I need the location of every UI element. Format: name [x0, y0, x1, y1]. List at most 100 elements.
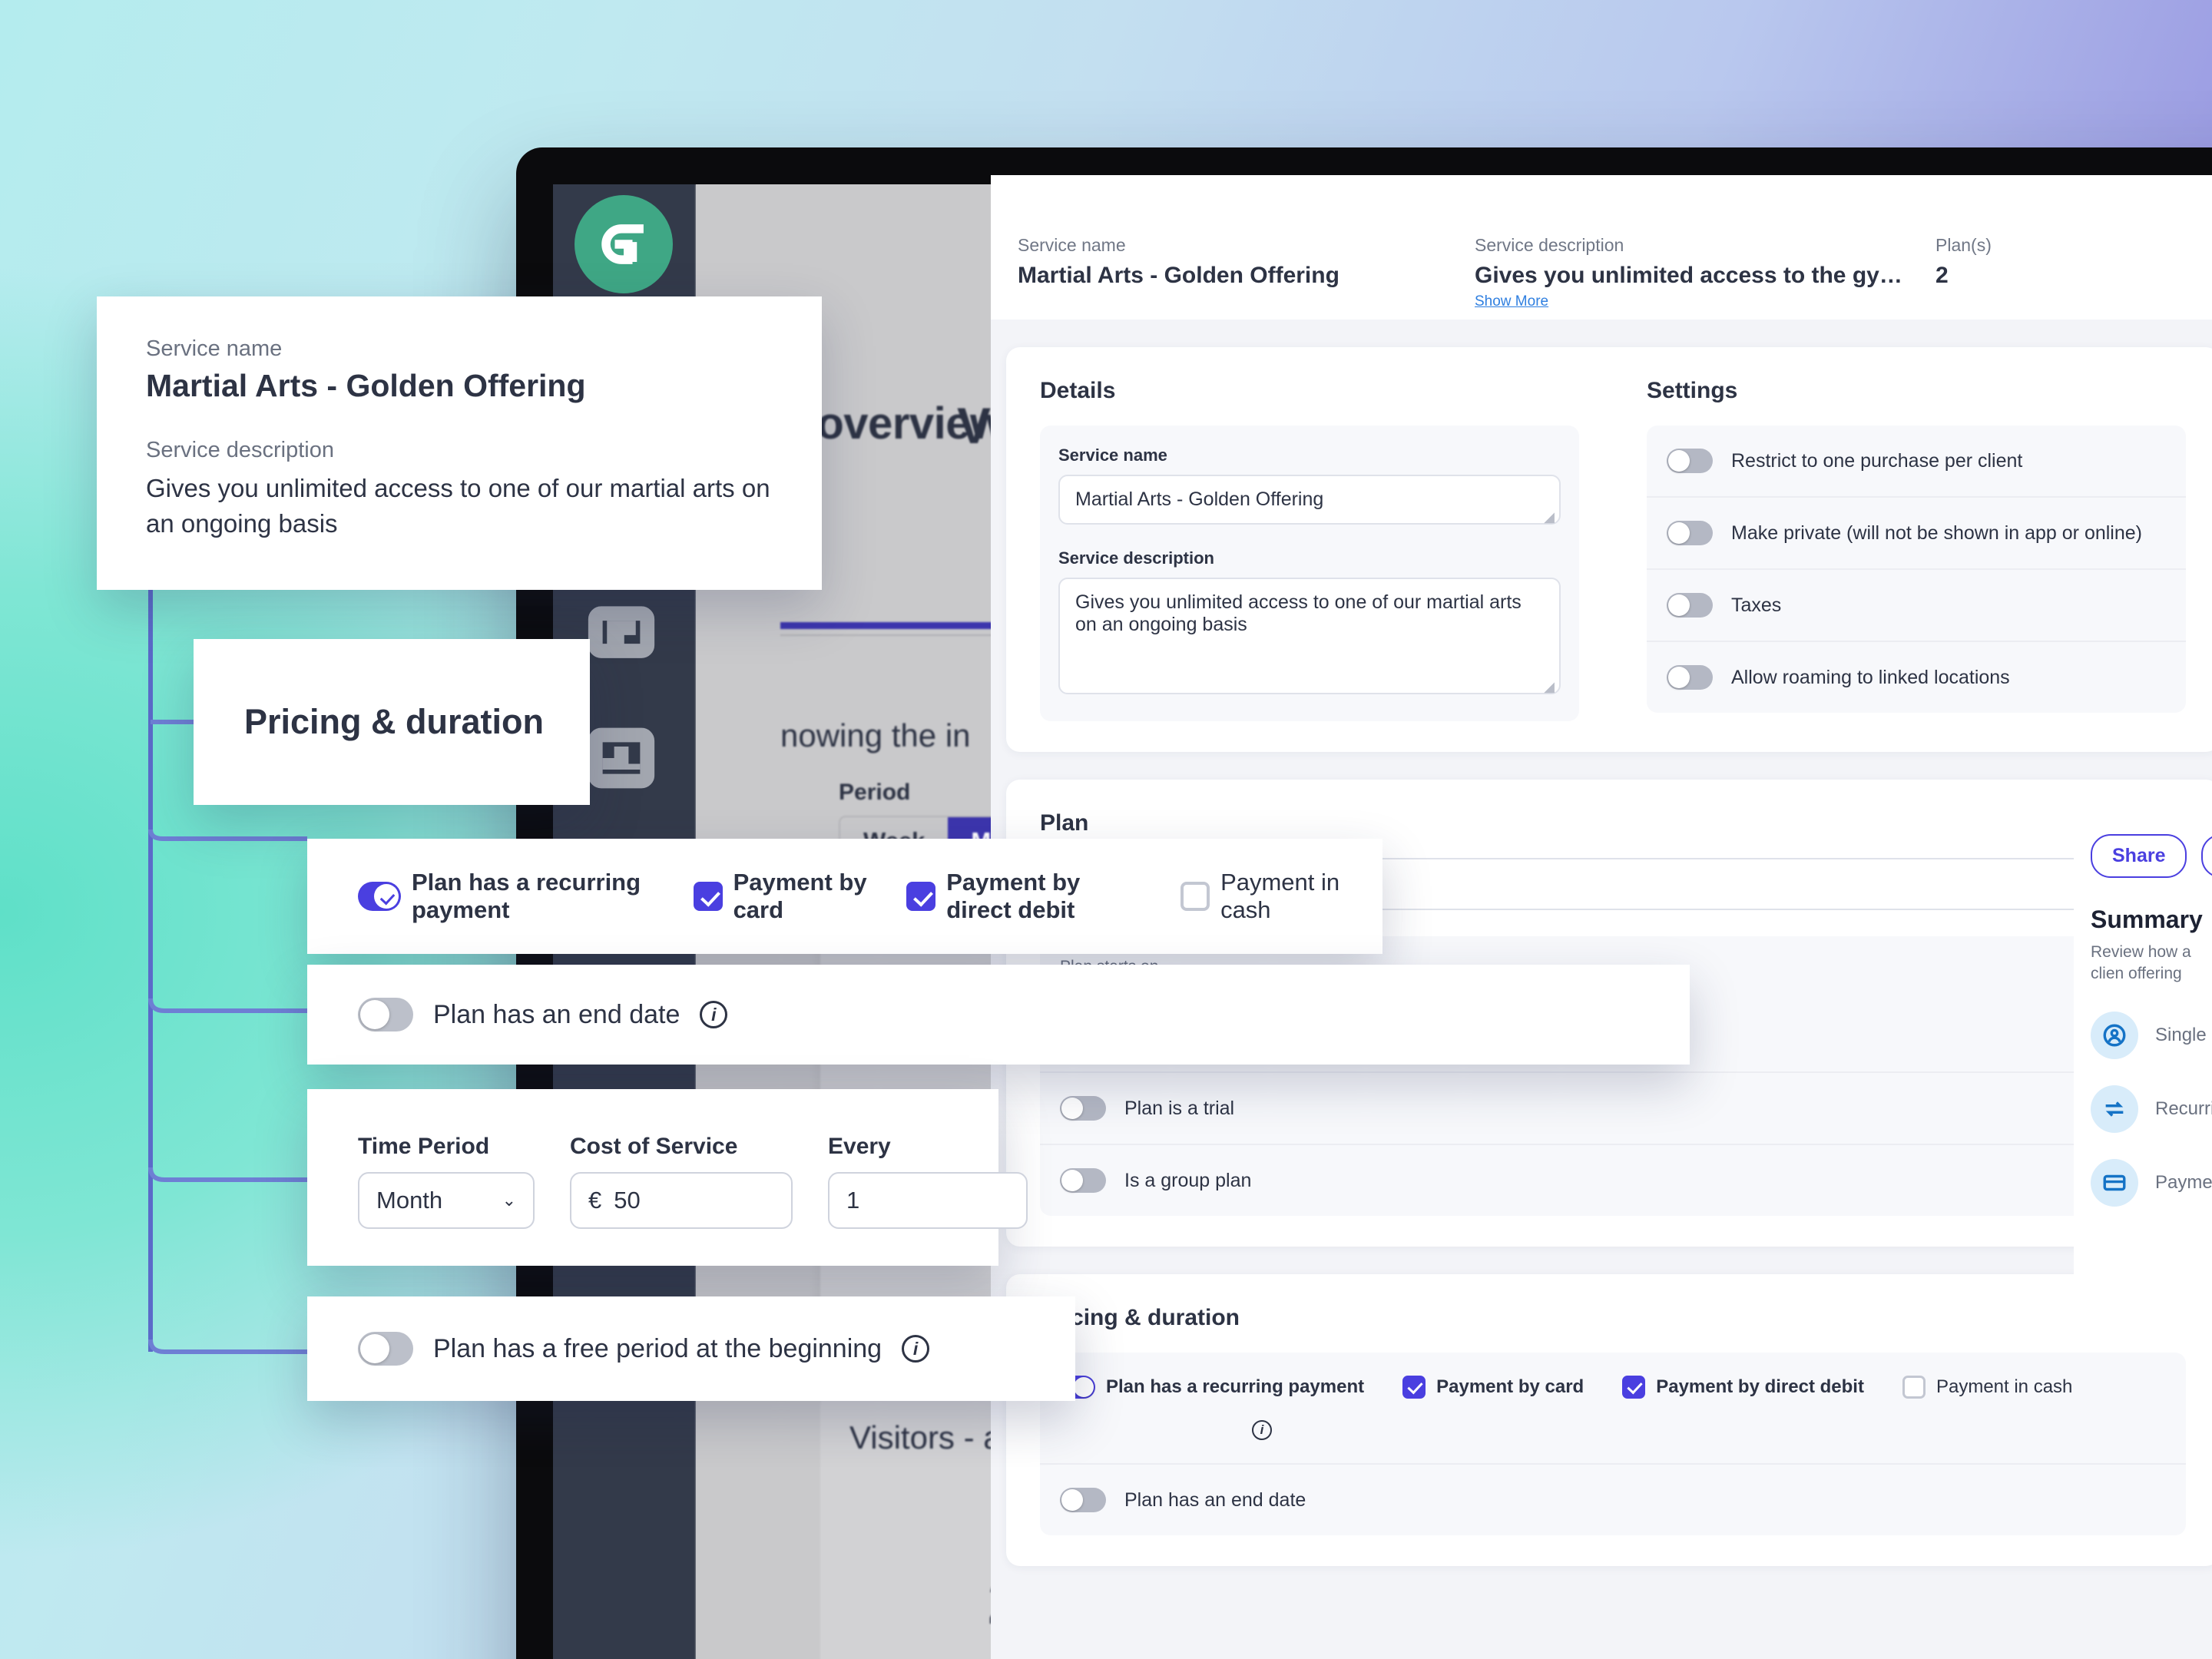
service-description-input[interactable] [1058, 578, 1561, 694]
details-column: Details Service name ◢ Service descripti… [1006, 378, 1613, 721]
callout-recurring-label: Plan has a recurring payment [412, 869, 641, 923]
callout-payment-debit-item[interactable]: Payment by direct debit [906, 869, 1147, 924]
summary-title: Summary [2091, 906, 2203, 933]
header-plans-value: 2 [1936, 263, 1949, 288]
callout-recurring-toggle[interactable] [358, 882, 401, 911]
rail-buttons: Share Du [2091, 834, 2212, 878]
callout-end-date-label: Plan has an end date [433, 999, 680, 1029]
callout-recurring-payment: Plan has a recurring payment Payment by … [307, 839, 1382, 954]
restrict-purchase-toggle[interactable] [1667, 449, 1713, 473]
summary-item-label: Recurrin [2155, 1098, 2212, 1119]
credit-card-icon [2091, 1158, 2138, 1207]
plan-toggle-row[interactable]: Plan is a trial [1040, 1071, 2186, 1145]
plan-toggle-label: Plan is a trial [1124, 1097, 1235, 1119]
plan-title: Plan [1040, 810, 1089, 836]
every-label: Every [828, 1134, 891, 1159]
time-period-field: Time Period Month ⌄ [358, 1134, 535, 1229]
recurring-arrows-icon [2091, 1084, 2138, 1133]
summary-item-recurring: Recurrin [2091, 1084, 2212, 1133]
service-description-label: Service description [1058, 548, 1214, 568]
time-period-label: Time Period [358, 1134, 490, 1159]
share-button[interactable]: Share [2091, 834, 2187, 878]
callout-free-period-toggle[interactable] [358, 1332, 413, 1366]
plan-end-date-row[interactable]: Plan has an end date [1040, 1465, 2186, 1535]
pricing-rows: Plan has a recurring payment Payment by … [1040, 1353, 2186, 1535]
plan-toggle-row[interactable]: Is a group plan [1040, 1145, 2186, 1216]
setting-row[interactable]: Restrict to one purchase per client [1647, 426, 2186, 498]
make-private-toggle[interactable] [1667, 521, 1713, 545]
payment-in-cash-item[interactable]: Payment in cash [1902, 1376, 2072, 1399]
summary-item-single-session: Single s [2091, 1011, 2212, 1059]
is-group-plan-toggle[interactable] [1060, 1168, 1106, 1193]
setting-label: Restrict to one purchase per client [1731, 449, 2023, 472]
time-period-select[interactable]: Month ⌄ [358, 1172, 535, 1229]
plan-end-date-toggle[interactable] [1060, 1488, 1106, 1512]
callout-payment-cash-checkbox[interactable] [1181, 882, 1210, 911]
payment-by-card-item[interactable]: Payment by card [1402, 1376, 1584, 1399]
payment-checkbox-row: Plan has a recurring payment Payment by … [1060, 1376, 2166, 1440]
setting-label: Allow roaming to linked locations [1731, 666, 2010, 688]
callout-pricing-title-text: Pricing & duration [244, 702, 545, 741]
callout-payment-card-item[interactable]: Payment by card [693, 869, 873, 924]
cost-of-service-input[interactable]: € 50 [570, 1172, 793, 1229]
show-more-link[interactable]: Show More [1475, 293, 1548, 310]
header-service-name-label: Service name [1018, 235, 1126, 255]
callout-payment-card-checkbox[interactable] [693, 882, 723, 911]
user-circle-icon [2091, 1011, 2138, 1059]
settings-toggle-list: Restrict to one purchase per client Make… [1647, 426, 2186, 713]
chevron-down-icon[interactable]: ⌄ [502, 1190, 516, 1210]
payment-direct-debit-label: Payment by direct debit [1656, 1376, 1864, 1397]
details-title: Details [1040, 378, 1116, 403]
gymcatch-logo-icon [575, 195, 673, 293]
callout-service-desc-value: Gives you unlimited access to one of our… [146, 474, 770, 538]
payment-direct-debit-checkbox[interactable] [1622, 1376, 1646, 1399]
pricing-payments-row: Plan has a recurring payment Payment by … [1040, 1353, 2186, 1465]
every-field: Every 1 [828, 1134, 1028, 1229]
service-name-input[interactable] [1058, 475, 1561, 525]
info-icon[interactable]: i [902, 1335, 930, 1363]
callout-payment-cash-item[interactable]: Payment in cash [1181, 869, 1349, 924]
setting-label: Taxes [1731, 594, 1782, 616]
info-icon[interactable]: i [700, 1001, 728, 1028]
payment-in-cash-checkbox[interactable] [1902, 1376, 1926, 1399]
cost-of-service-label: Cost of Service [570, 1134, 738, 1159]
setting-row[interactable]: Make private (will not be shown in app o… [1647, 498, 2186, 570]
currency-symbol: € [588, 1187, 602, 1214]
callout-payment-cash-label: Payment in cash [1220, 869, 1340, 923]
payment-by-card-label: Payment by card [1436, 1376, 1584, 1397]
recurring-payment-item[interactable]: Plan has a recurring payment [1060, 1376, 1364, 1399]
details-fields: Service name ◢ Service description ◢ [1040, 426, 1579, 721]
taxes-toggle[interactable] [1667, 593, 1713, 618]
header-service-desc-value: Gives you unlimited access to the gym on… [1475, 263, 1905, 288]
plan-is-trial-toggle[interactable] [1060, 1096, 1106, 1121]
header-service-name-value: Martial Arts - Golden Offering [1018, 263, 1339, 288]
callout-pricing-title: Pricing & duration [194, 639, 590, 805]
resize-grip-icon[interactable]: ◢ [1544, 509, 1555, 525]
callout-recurring-toggle-item[interactable]: Plan has a recurring payment [358, 869, 660, 924]
chart-bar-icon[interactable] [587, 724, 656, 793]
payment-direct-debit-item[interactable]: Payment by direct debit [1622, 1376, 1864, 1399]
callout-free-period: Plan has a free period at the beginning … [307, 1296, 1075, 1401]
callout-end-date-toggle[interactable] [358, 998, 413, 1031]
setting-row[interactable]: Taxes [1647, 570, 2186, 642]
payment-by-card-checkbox[interactable] [1402, 1376, 1426, 1399]
every-input[interactable]: 1 [828, 1172, 1028, 1229]
summary-rail: Share Du Summary Review how a clien offe… [2074, 814, 2212, 1306]
setting-row[interactable]: Allow roaming to linked locations [1647, 642, 2186, 713]
callout-service-card: Service name Martial Arts - Golden Offer… [97, 296, 822, 590]
allow-roaming-toggle[interactable] [1667, 665, 1713, 690]
bg-overview-sub: nowing the in [780, 717, 971, 753]
callout-payment-card-label: Payment by card [733, 869, 867, 923]
info-icon[interactable]: i [1252, 1420, 1272, 1440]
callout-payment-debit-checkbox[interactable] [906, 882, 936, 911]
callout-service-name-value: Martial Arts - Golden Offering [146, 368, 586, 403]
callout-period-form: Time Period Month ⌄ Cost of Service € 50… [307, 1089, 1028, 1266]
service-name-input-wrap: ◢ [1058, 475, 1561, 528]
summary-item-payment: Paymen [2091, 1158, 2212, 1207]
cost-of-service-value: 50 [614, 1187, 641, 1214]
message-icon[interactable] [587, 599, 656, 668]
duplicate-button[interactable]: Du [2200, 834, 2212, 878]
summary-subtitle: Review how a clien offering [2091, 943, 2191, 983]
resize-grip-icon[interactable]: ◢ [1544, 679, 1555, 695]
setting-label: Make private (will not be shown in app o… [1731, 522, 2142, 544]
